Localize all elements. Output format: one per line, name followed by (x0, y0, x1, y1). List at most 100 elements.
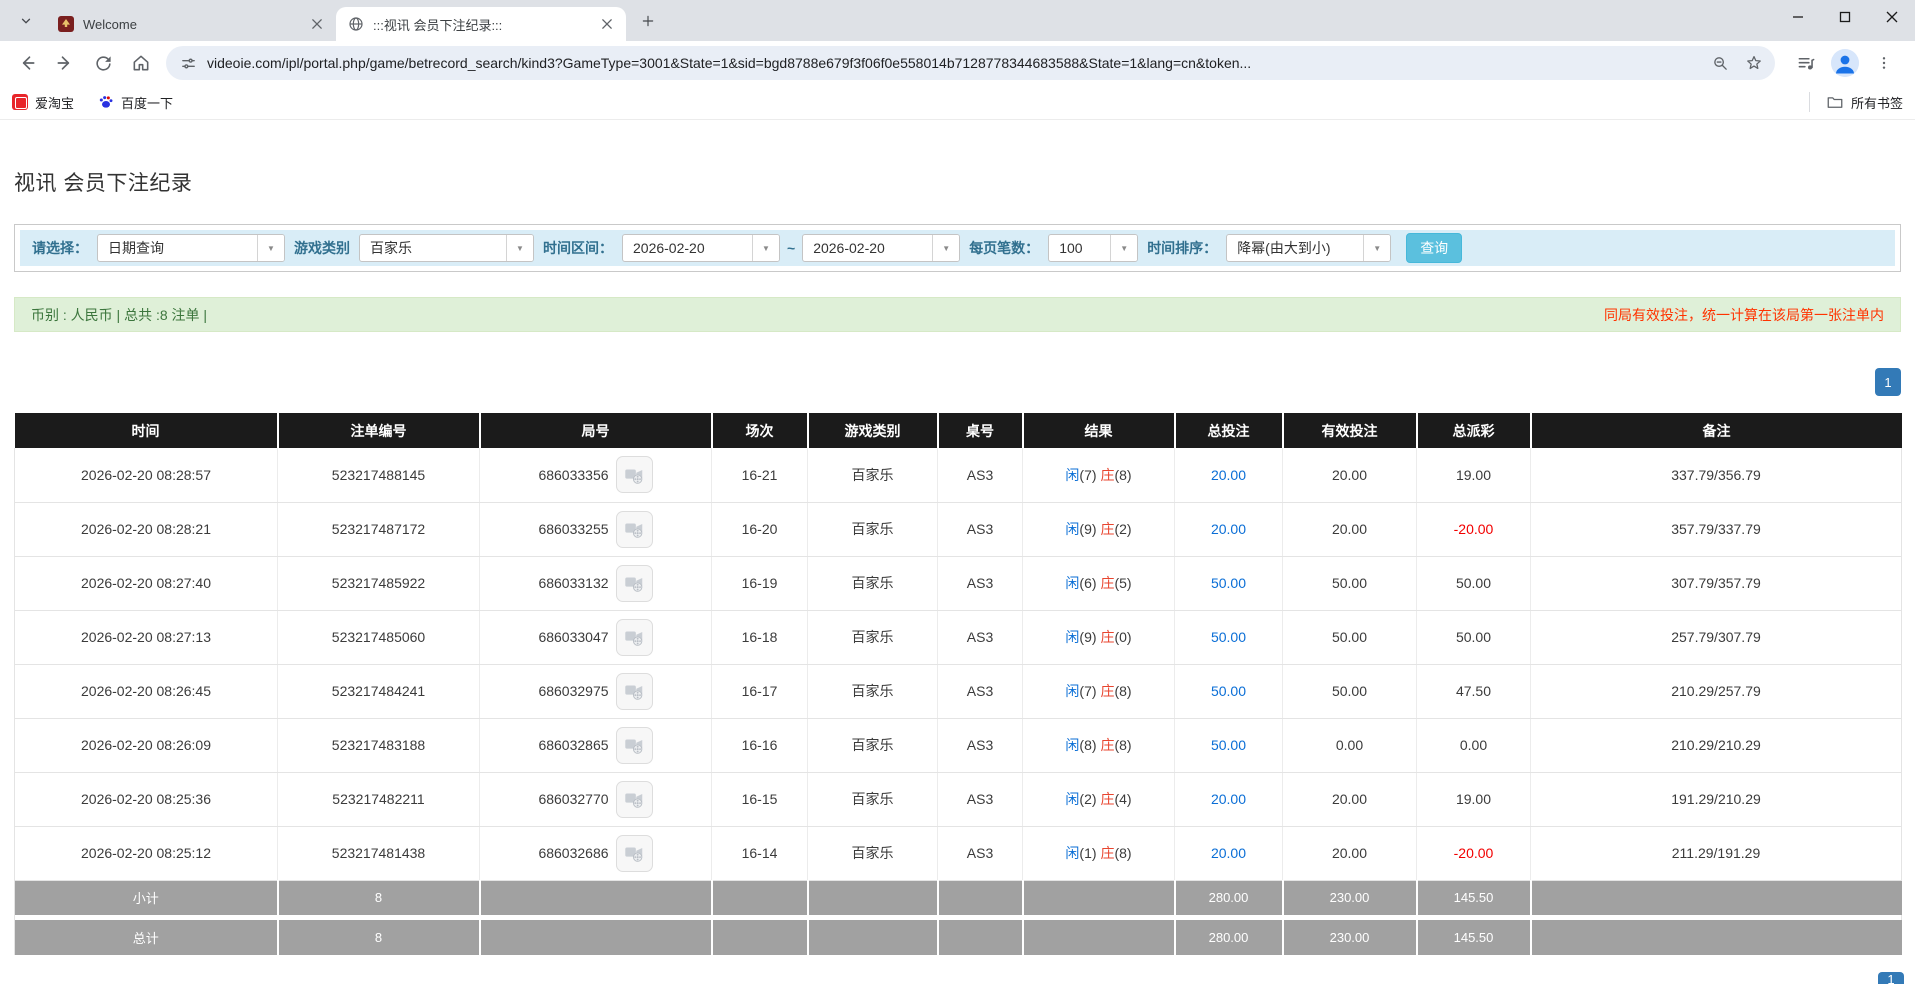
window-close-icon[interactable] (1868, 0, 1915, 34)
round-number: 686032865 (538, 737, 609, 753)
result-player-value: (1) (1079, 845, 1097, 861)
video-replay-button[interactable] (615, 564, 653, 602)
cell-time: 2026-02-20 08:28:57 (14, 448, 278, 503)
video-replay-button[interactable] (615, 834, 653, 872)
tab-close-icon[interactable] (598, 15, 616, 33)
video-replay-button[interactable] (615, 510, 653, 548)
select-type-label: 请选择： (32, 240, 88, 256)
page-size-select[interactable]: 100 ▼ (1048, 234, 1139, 262)
result-banker-label: 庄 (1100, 629, 1115, 645)
column-header: 总派彩 (1416, 413, 1532, 448)
time-sort-select[interactable]: 降幂(由大到小) ▼ (1226, 234, 1392, 262)
total-bet-link[interactable]: 50.00 (1211, 683, 1246, 699)
all-bookmarks-button[interactable]: 所有书签 (1826, 93, 1903, 112)
result-banker-label: 庄 (1100, 466, 1115, 483)
window-minimize-icon[interactable] (1774, 0, 1821, 34)
profile-avatar[interactable] (1831, 49, 1859, 77)
table-row: 2026-02-20 08:28:21 523217487172 686033255… (14, 502, 1902, 557)
query-type-value: 日期查询 (108, 240, 164, 256)
bookmark-baidu[interactable]: 百度一下 (98, 93, 173, 112)
sum-total-bet: 280.00 (1174, 880, 1284, 915)
cell-session: 16-15 (711, 772, 808, 827)
site-settings-tune-icon[interactable] (180, 55, 197, 72)
baidu-paw-icon (98, 94, 114, 110)
table-row: 2026-02-20 08:28:57 523217488145 686033356… (14, 448, 1902, 503)
chevron-down-icon[interactable]: ▼ (932, 235, 960, 261)
address-bar[interactable]: videoie.com/ipl/portal.php/game/betrecor… (166, 46, 1775, 80)
total-bet-link[interactable]: 20.00 (1211, 791, 1246, 807)
tab-title: Welcome (83, 16, 137, 32)
tab-welcome[interactable]: Welcome (46, 7, 336, 41)
result-banker-value: (8) (1114, 466, 1132, 483)
window-maximize-icon[interactable] (1821, 0, 1868, 34)
chevron-down-icon[interactable]: ▼ (1110, 235, 1138, 261)
total-bet-link[interactable]: 50.00 (1211, 737, 1246, 753)
forward-icon[interactable] (48, 46, 82, 80)
cell-round: 686033255 (479, 502, 712, 557)
cell-payout: 50.00 (1416, 610, 1531, 665)
cell-bet-id: 523217487172 (277, 502, 480, 557)
subtotal-row: 小计 8 280.00 230.00 145.50 (14, 880, 1902, 915)
total-bet-link[interactable]: 20.00 (1211, 845, 1246, 861)
media-controls-icon[interactable] (1789, 46, 1823, 80)
result-banker-value: (8) (1114, 845, 1132, 861)
url-text[interactable]: videoie.com/ipl/portal.php/game/betrecor… (207, 55, 1697, 71)
cell-valid-bet: 0.00 (1282, 718, 1417, 773)
chevron-down-icon[interactable]: ▼ (506, 235, 533, 261)
sum-empty (807, 920, 939, 955)
game-type-select[interactable]: 百家乐 ▼ (359, 234, 534, 262)
page-1-button[interactable]: 1 (1875, 368, 1901, 396)
date-to-picker[interactable]: 2026-02-20 ▼ (802, 234, 961, 262)
column-header: 备注 (1530, 413, 1902, 448)
total-bet-link[interactable]: 20.00 (1211, 467, 1246, 483)
reload-icon[interactable] (86, 46, 120, 80)
tab-close-icon[interactable] (308, 15, 326, 33)
cell-time: 2026-02-20 08:27:13 (14, 610, 278, 665)
date-from-picker[interactable]: 2026-02-20 ▼ (622, 234, 780, 262)
query-type-select[interactable]: 日期查询 ▼ (97, 234, 285, 262)
chevron-down-icon[interactable]: ▼ (752, 235, 779, 261)
sum-payout: 145.50 (1416, 920, 1532, 955)
new-tab-icon[interactable] (634, 7, 662, 35)
video-replay-button[interactable] (615, 456, 653, 494)
video-replay-button[interactable] (615, 618, 653, 656)
cell-payout: 0.00 (1416, 718, 1531, 773)
back-icon[interactable] (10, 46, 44, 80)
cell-payout: 19.00 (1416, 448, 1531, 503)
tab-search-chevron-icon[interactable] (12, 7, 40, 35)
video-replay-button[interactable] (615, 726, 653, 764)
sum-empty (937, 880, 1024, 915)
search-button[interactable]: 查询 (1406, 233, 1463, 263)
sum-label: 小计 (14, 880, 279, 915)
zoom-icon[interactable] (1705, 48, 1735, 78)
table-row: 2026-02-20 08:25:36 523217482211 686032770… (14, 772, 1902, 827)
cell-valid-bet: 50.00 (1282, 610, 1417, 665)
result-player-label: 闲 (1065, 845, 1080, 861)
bookmark-aitaobao[interactable]: 爱淘宝 (12, 93, 74, 112)
chevron-down-icon[interactable]: ▼ (1363, 235, 1391, 261)
cell-time: 2026-02-20 08:25:36 (14, 772, 278, 827)
column-header: 总投注 (1174, 413, 1284, 448)
cell-game-type: 百家乐 (807, 448, 938, 503)
video-replay-icon (625, 577, 643, 592)
video-replay-icon (625, 847, 643, 862)
home-icon[interactable] (124, 46, 158, 80)
cell-table-no: AS3 (937, 826, 1023, 881)
sum-valid-bet: 230.00 (1282, 880, 1418, 915)
page-1-button-bottom[interactable]: 1 (1878, 972, 1904, 984)
chevron-down-icon[interactable]: ▼ (257, 235, 284, 261)
result-player-label: 闲 (1065, 791, 1080, 807)
total-bet-link[interactable]: 50.00 (1211, 629, 1246, 645)
video-replay-button[interactable] (615, 780, 653, 818)
total-bet-link[interactable]: 20.00 (1211, 521, 1246, 537)
sum-empty (479, 920, 713, 955)
browser-menu-kebab-icon[interactable] (1867, 46, 1901, 80)
tab-bet-record[interactable]: :::视讯 会员下注纪录::: (336, 7, 626, 41)
browser-tabstrip: Welcome :::视讯 会员下注纪录::: (0, 0, 1915, 41)
bookmark-star-icon[interactable] (1739, 48, 1769, 78)
total-bet-link[interactable]: 50.00 (1211, 575, 1246, 591)
game-type-value: 百家乐 (370, 240, 412, 256)
video-replay-button[interactable] (615, 672, 653, 710)
cell-total-bet: 20.00 (1174, 502, 1283, 557)
date-from-value: 2026-02-20 (633, 240, 705, 256)
